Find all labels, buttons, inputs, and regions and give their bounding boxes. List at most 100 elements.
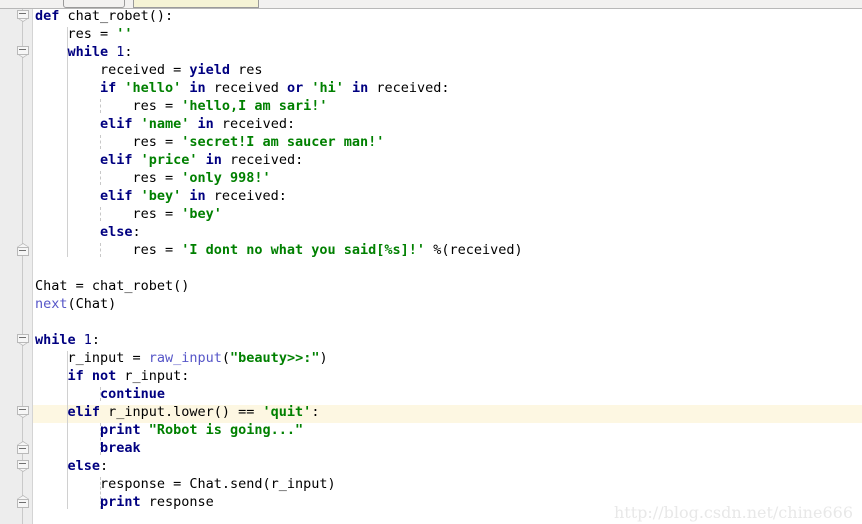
code-line[interactable]: elif 'bey' in received:	[100, 187, 287, 205]
code-token: res =	[132, 242, 182, 258]
code-line[interactable]: if 'hello' in received or 'hi' in receiv…	[100, 79, 450, 97]
indent-guide	[67, 27, 69, 257]
editor-area[interactable]: def chat_robet(): res = '' while 1: receive…	[0, 9, 862, 524]
code-token: 'price'	[140, 152, 198, 168]
code-line[interactable]: res = 'hello,I am sari!'	[132, 97, 327, 115]
code-token: r_input.lower() ==	[99, 404, 263, 420]
code-line[interactable]: while 1:	[35, 331, 100, 349]
code-token: :	[99, 458, 109, 474]
code-line[interactable]: else:	[100, 223, 141, 241]
code-token: in	[189, 80, 206, 96]
editor-gutter[interactable]	[0, 9, 33, 524]
code-line[interactable]: res = 'bey'	[132, 205, 221, 223]
code-token: res =	[132, 170, 182, 186]
code-token: received:	[221, 152, 304, 168]
indent-guide	[99, 135, 101, 149]
code-line[interactable]: res = ''	[67, 25, 132, 43]
code-token: received:	[368, 80, 450, 96]
code-line[interactable]: print response	[100, 493, 214, 511]
code-token: if	[67, 368, 84, 384]
code-token: 'only 998!'	[181, 170, 271, 186]
code-token: 1	[83, 332, 92, 348]
fold-end-icon[interactable]	[17, 495, 29, 511]
code-token: ''	[116, 26, 133, 42]
code-line[interactable]: response = Chat.send(r_input)	[100, 475, 336, 493]
code-line[interactable]: def chat_robet():	[35, 9, 173, 25]
code-line[interactable]: print "Robot is going..."	[100, 421, 303, 439]
fold-collapse-icon[interactable]	[17, 460, 29, 472]
code-line[interactable]: res = 'only 998!'	[132, 169, 270, 187]
code-token: :	[124, 44, 133, 60]
code-token: in	[189, 188, 206, 204]
code-token: 'hi'	[311, 80, 344, 96]
code-token: )	[319, 350, 328, 366]
code-line[interactable]: res = 'I dont no what you said[%s]!' %(r…	[132, 241, 522, 259]
indent-guide	[99, 207, 101, 221]
code-token: or	[286, 80, 304, 96]
code-line[interactable]: elif r_input.lower() == 'quit':	[67, 403, 319, 421]
watermark-text: http://blog.csdn.net/chine666	[614, 503, 853, 522]
code-token: :	[91, 332, 101, 348]
fold-collapse-icon[interactable]	[17, 10, 29, 22]
code-token: elif	[99, 188, 133, 204]
code-line[interactable]: if not r_input:	[67, 367, 189, 385]
code-line[interactable]: r_input = raw_input("beauty>>:")	[67, 349, 327, 367]
code-token: while	[67, 44, 109, 60]
code-line[interactable]: break	[100, 439, 141, 457]
code-token: in	[197, 116, 214, 132]
code-token: elif	[99, 116, 133, 132]
code-token: "Robot is going..."	[148, 422, 304, 438]
code-token: yield	[189, 62, 230, 78]
code-line[interactable]: res = 'secret!I am saucer man!'	[132, 133, 384, 151]
code-token: received:	[213, 116, 296, 132]
code-token: def	[35, 9, 60, 24]
code-token: received	[205, 80, 287, 96]
code-token: print	[99, 494, 141, 510]
code-token: Chat = chat_robet()	[35, 278, 190, 294]
code-token: 'bey'	[181, 206, 222, 222]
code-token: res =	[132, 98, 182, 114]
fold-collapse-icon[interactable]	[17, 406, 29, 418]
code-editor-window: def chat_robet(): res = '' while 1: receive…	[0, 0, 862, 524]
code-token: res =	[132, 134, 182, 150]
code-line[interactable]: elif 'price' in received:	[100, 151, 303, 169]
code-token: break	[99, 440, 141, 456]
code-token: (Chat)	[67, 296, 117, 312]
fold-collapse-icon[interactable]	[17, 334, 29, 346]
code-token: continue	[99, 386, 165, 402]
code-line[interactable]: continue	[100, 385, 165, 403]
code-line[interactable]: else:	[67, 457, 108, 475]
editor-file-tab[interactable]	[133, 0, 259, 8]
toolbar-button[interactable]	[63, 0, 125, 8]
code-line[interactable]: next(Chat)	[35, 295, 116, 313]
code-token: :	[311, 404, 320, 420]
code-token: if	[99, 80, 117, 96]
code-token: (	[221, 350, 231, 366]
code-token: else	[67, 458, 100, 474]
code-line[interactable]: Chat = chat_robet()	[35, 277, 189, 295]
fold-end-icon[interactable]	[17, 243, 29, 259]
code-surface[interactable]: def chat_robet(): res = '' while 1: receive…	[33, 9, 862, 524]
code-token: while	[35, 332, 76, 348]
code-token: 'bey'	[140, 188, 182, 204]
fold-collapse-icon[interactable]	[17, 46, 29, 58]
code-token: in	[205, 152, 222, 168]
code-line[interactable]: received = yield res	[100, 61, 263, 79]
code-token: elif	[99, 152, 133, 168]
code-token: not	[91, 368, 117, 384]
code-token: print	[99, 422, 141, 438]
code-line[interactable]: while 1:	[67, 43, 132, 61]
code-token: 'hello'	[124, 80, 182, 96]
fold-end-icon[interactable]	[17, 441, 29, 457]
code-token: 'I dont no what you said[%s]!'	[181, 242, 426, 258]
code-token: res =	[67, 26, 117, 42]
code-token: elif	[67, 404, 100, 420]
code-line[interactable]: elif 'name' in received:	[100, 115, 295, 133]
